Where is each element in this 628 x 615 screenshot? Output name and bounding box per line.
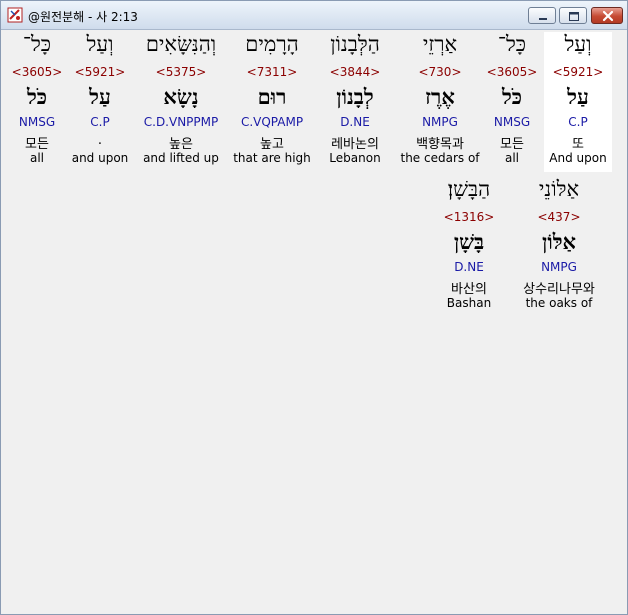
word-block[interactable]: אַרְזֵי <730> אֶרֶז NMPG 백향목과 the cedars… — [397, 32, 483, 172]
morphology-code: NMPG — [541, 260, 577, 274]
strong-number[interactable]: <5375> — [135, 65, 227, 79]
korean-gloss: 백향목과 — [416, 137, 464, 152]
app-window: @원전분해 - 사 2:13 וְעַל <5921> עַל C.P 또 An… — [0, 0, 628, 615]
word-block[interactable]: הַבָּשָׁן׃ <1316> בָּשָׁן D.NE 바산의 Basha… — [433, 177, 505, 317]
hebrew-lemma: אַלּוֹן — [541, 229, 577, 254]
hebrew-word: הָרָמִים — [245, 32, 299, 56]
strong-number[interactable]: <730> — [397, 65, 483, 79]
hebrew-word: הַלְּבָנוֹן — [330, 32, 380, 56]
morphology-code: NMSG — [18, 115, 56, 129]
korean-gloss: 레바논의 — [331, 137, 379, 152]
korean-gloss: 높고 — [260, 137, 284, 152]
hebrew-lemma: נָשָׂא — [163, 84, 199, 109]
english-gloss: And upon — [549, 151, 607, 165]
hebrew-word: הַבָּשָׁן׃ — [447, 177, 491, 201]
hebrew-word: אַלּוֹנֵי — [538, 177, 580, 201]
strong-number[interactable]: <3605> — [483, 65, 541, 79]
hebrew-word: וְהַנִּשָּׂאִים — [145, 32, 217, 56]
title-bar[interactable]: @원전분해 - 사 2:13 — [1, 1, 627, 30]
hebrew-word: אַרְזֵי — [422, 32, 458, 56]
strong-number[interactable]: <437> — [509, 210, 609, 224]
morphology-code: D.NE — [454, 260, 484, 274]
english-gloss: Lebanon — [329, 151, 381, 165]
korean-gloss: 높은 — [169, 137, 193, 152]
minimize-icon — [539, 18, 547, 20]
english-gloss: and lifted up — [143, 151, 219, 165]
interlinear-view: וְעַל <5921> עַל C.P 또 And upon כָּל־ <3… — [1, 30, 627, 614]
english-gloss: that are high — [233, 151, 311, 165]
korean-gloss: 모든 — [25, 137, 49, 152]
korean-gloss: . — [97, 133, 103, 148]
english-gloss: the cedars of — [400, 151, 480, 165]
word-block[interactable]: כָּל־ <3605> כֹּל NMSG 모든 all — [483, 32, 541, 172]
word-block[interactable]: הָרָמִים <7311> רוּם C.VQPAMP 높고 that ar… — [229, 32, 315, 172]
minimize-button[interactable] — [528, 7, 556, 24]
morphology-code: NMSG — [493, 115, 531, 129]
english-gloss: Bashan — [446, 296, 492, 310]
korean-gloss: 또 — [572, 137, 584, 152]
hebrew-lemma: בָּשָׁן — [453, 229, 485, 254]
morphology-code: C.P — [568, 115, 588, 129]
hebrew-word: כָּל־ — [22, 32, 52, 56]
english-gloss: all — [29, 151, 45, 165]
app-logo-icon — [7, 7, 23, 23]
hebrew-lemma: כֹּל — [501, 84, 523, 109]
hebrew-word: וְעַל — [564, 32, 592, 56]
hebrew-lemma: עַל — [89, 84, 111, 109]
korean-gloss: 상수리나무와 — [523, 282, 595, 297]
strong-number[interactable]: <3844> — [317, 65, 393, 79]
morphology-code: C.P — [90, 115, 110, 129]
morphology-code: D.NE — [340, 115, 370, 129]
word-block[interactable]: וְעַל <5921> עַל C.P . and upon — [69, 32, 131, 172]
korean-gloss: 바산의 — [451, 282, 487, 297]
morphology-code: NMPG — [422, 115, 458, 129]
hebrew-lemma: עַל — [567, 84, 589, 109]
morphology-code: C.VQPAMP — [240, 115, 304, 129]
window-title: @원전분해 - 사 2:13 — [28, 10, 138, 24]
word-block[interactable]: הַלְּבָנוֹן <3844> לְבָנוֹן D.NE 레바논의 Le… — [317, 32, 393, 172]
english-gloss: the oaks of — [525, 296, 593, 310]
morphology-code: C.D.VNPPMP — [143, 115, 219, 129]
english-gloss: all — [504, 151, 520, 165]
strong-number[interactable]: <7311> — [229, 65, 315, 79]
strong-number[interactable]: <3605> — [9, 65, 65, 79]
maximize-button[interactable] — [559, 7, 587, 24]
hebrew-lemma: כֹּל — [26, 84, 48, 109]
hebrew-word: וְעַל — [86, 32, 114, 56]
close-icon — [602, 10, 614, 22]
hebrew-lemma: אֶרֶז — [425, 84, 455, 109]
word-block[interactable]: אַלּוֹנֵי <437> אַלּוֹן NMPG 상수리나무와 the … — [509, 177, 609, 317]
korean-gloss: 모든 — [500, 137, 524, 152]
word-block[interactable]: וְעַל <5921> עַל C.P 또 And upon — [544, 32, 612, 172]
hebrew-lemma: רוּם — [257, 84, 287, 109]
close-button[interactable] — [591, 7, 623, 24]
hebrew-lemma: לְבָנוֹן — [336, 84, 374, 109]
strong-number[interactable]: <5921> — [69, 65, 131, 79]
strong-number[interactable]: <1316> — [433, 210, 505, 224]
word-block[interactable]: כָּל־ <3605> כֹּל NMSG 모든 all — [9, 32, 65, 172]
hebrew-word: כָּל־ — [497, 32, 527, 56]
word-block[interactable]: וְהַנִּשָּׂאִים <5375> נָשָׂא C.D.VNPPMP… — [135, 32, 227, 172]
english-gloss: and upon — [71, 151, 129, 165]
maximize-icon — [569, 12, 579, 21]
strong-number[interactable]: <5921> — [544, 65, 612, 79]
